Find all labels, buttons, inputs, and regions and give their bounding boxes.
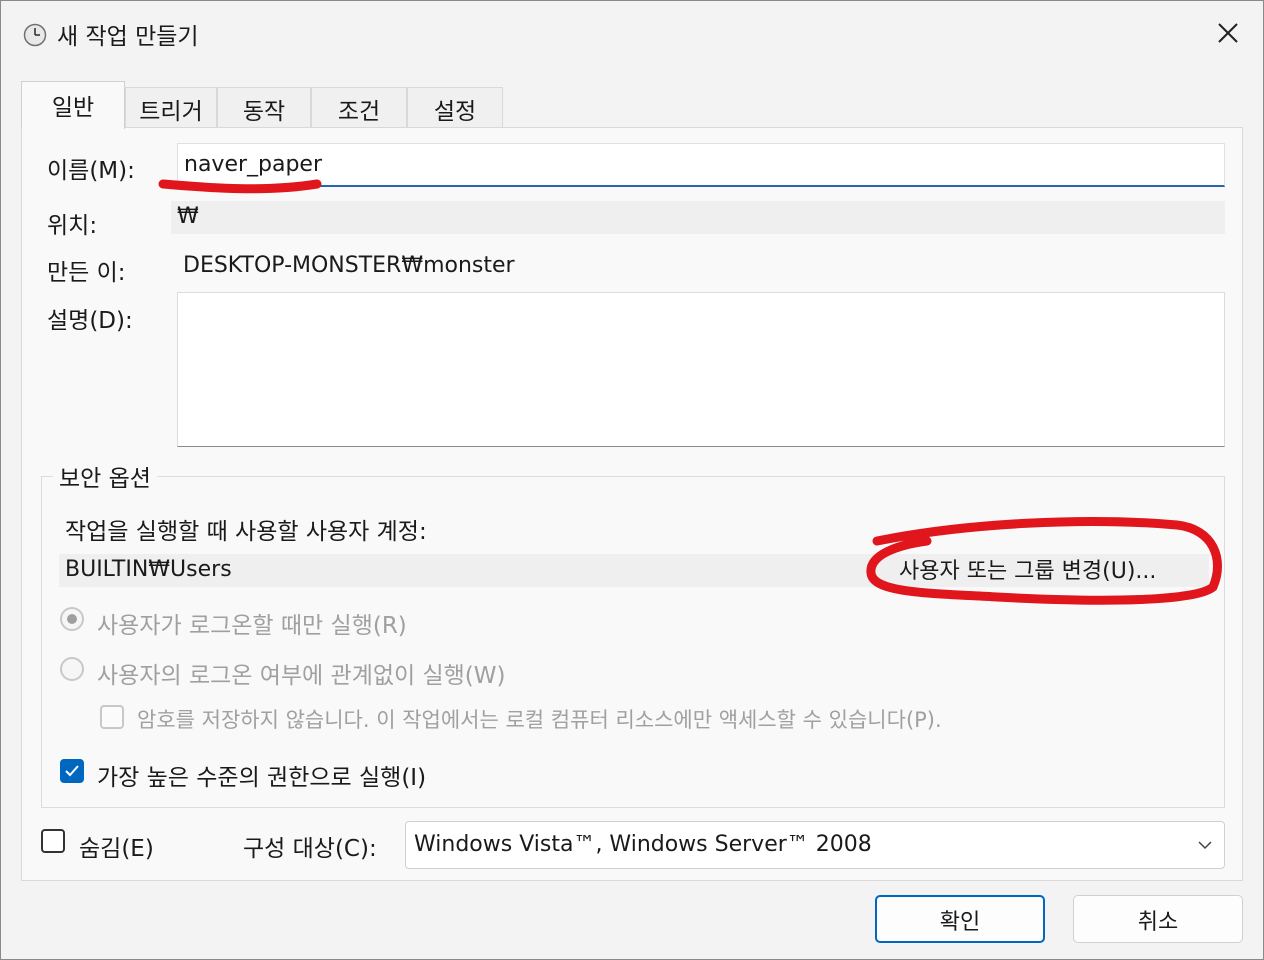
configure-for-label: 구성 대상(C): [243,836,377,862]
tab-triggers[interactable]: 트리거 [125,87,217,127]
close-button[interactable] [1197,9,1259,57]
close-icon [1218,23,1238,43]
hidden-label: 숨김(E) [79,836,154,862]
highest-privileges-checkbox[interactable] [60,759,84,783]
checkmark-icon [65,765,79,777]
location-label: 위치: [47,213,98,239]
author-value: DESKTOP-MONSTER₩monster [183,253,515,278]
cancel-button[interactable]: 취소 [1073,895,1243,943]
radio-run-when-logged-on[interactable] [60,607,84,631]
configure-for-value: Windows Vista™, Windows Server™ 2008 [414,832,872,857]
no-store-password-checkbox[interactable] [100,705,124,729]
author-label: 만든 이: [47,260,126,286]
create-task-dialog: 새 작업 만들기 일반 트리거 동작 조건 설정 이름(M): naver_pa… [0,0,1264,960]
tab-settings[interactable]: 설정 [407,87,503,127]
tab-settings-label: 설정 [433,99,477,125]
title-bar: 새 작업 만들기 [1,1,1263,63]
tab-conditions-label: 조건 [337,99,381,125]
hidden-checkbox[interactable] [41,829,65,853]
clock-icon [23,23,47,47]
change-user-group-button[interactable]: 사용자 또는 그룹 변경(U)... [865,547,1201,591]
radio-run-whether-logged-on-label: 사용자의 로그온 여부에 관계없이 실행(W) [97,663,506,689]
tab-actions[interactable]: 동작 [217,87,311,127]
name-label: 이름(M): [47,158,135,184]
tab-conditions[interactable]: 조건 [311,87,407,127]
account-prompt: 작업을 실행할 때 사용할 사용자 계정: [65,519,427,545]
window-title: 새 작업 만들기 [57,24,199,50]
name-input[interactable]: naver_paper [177,143,1225,187]
tab-actions-label: 동작 [242,99,286,125]
location-value: ₩ [171,201,1225,234]
description-label: 설명(D): [47,308,133,334]
tab-triggers-label: 트리거 [139,99,203,125]
radio-run-when-logged-on-label: 사용자가 로그온할 때만 실행(R) [97,613,407,639]
security-options-title: 보안 옵션 [53,459,157,493]
no-store-password-label: 암호를 저장하지 않습니다. 이 작업에서는 로컬 컴퓨터 리소스에만 액세스할… [137,708,942,732]
radio-run-whether-logged-on[interactable] [60,657,84,681]
tab-general-label: 일반 [51,95,95,121]
highest-privileges-label: 가장 높은 수준의 권한으로 실행(I) [97,765,427,791]
description-textarea[interactable] [177,292,1225,447]
chevron-down-icon [1198,841,1212,850]
tab-general[interactable]: 일반 [21,81,125,129]
ok-button[interactable]: 확인 [875,895,1045,943]
configure-for-select[interactable]: Windows Vista™, Windows Server™ 2008 [405,821,1225,869]
